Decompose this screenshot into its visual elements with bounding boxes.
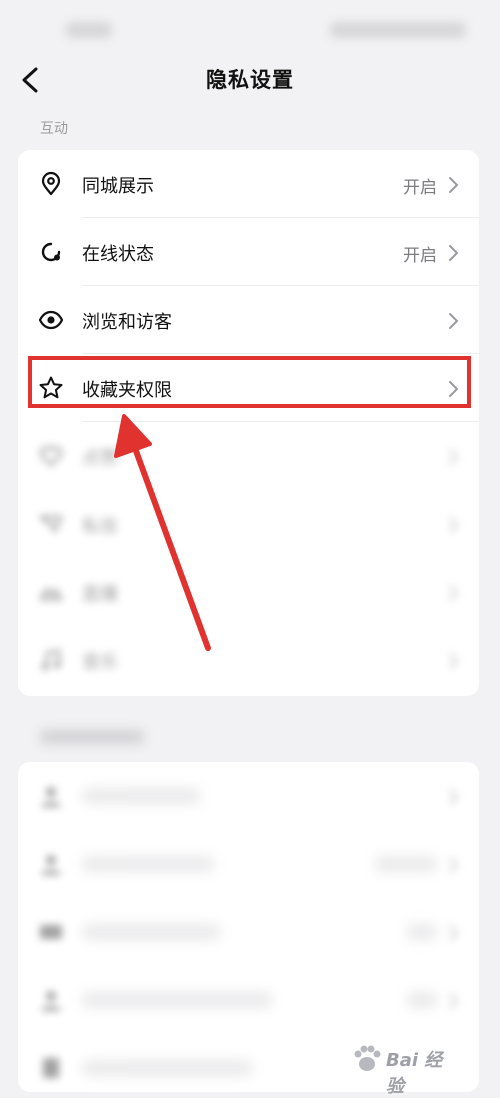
chevron-right-icon [449,449,459,465]
setting-row-browse-visitors[interactable]: 浏览和访客 [18,286,479,354]
setting-row-city-display[interactable]: 同城展示 开启 [18,150,479,218]
card-icon [40,925,62,939]
user-icon [41,787,61,807]
status-indicators [330,22,466,38]
online-status-icon [41,242,61,262]
setting-row-likes[interactable]: 点赞 [18,422,479,490]
chevron-right-icon [449,517,459,533]
setting-label: 浏览和访客 [82,312,172,333]
page-title: 隐私设置 [206,68,294,92]
chevron-right-icon [449,653,459,669]
chevron-right-icon [449,313,459,329]
blurred-setting-row[interactable] [18,966,479,1034]
paw-logo-icon [354,1045,381,1071]
setting-value: 开启 [403,246,437,266]
eye-icon [38,310,64,330]
section-label-blurred [40,730,144,748]
like-icon [40,446,62,467]
setting-row-live[interactable]: 直播 [18,558,479,626]
blurred-setting-row[interactable] [18,762,479,830]
blurred-setting-row[interactable] [18,830,479,898]
chevron-right-icon [449,993,459,1009]
chevron-right-icon [449,245,459,261]
chevron-right-icon [449,925,459,941]
chevron-right-icon [449,789,459,805]
watermark-text: Bai 经验 [386,1050,443,1097]
setting-label: 在线状态 [82,244,154,265]
user-icon [41,855,61,875]
watermark: Bai 经验 [350,1038,460,1097]
chevron-right-icon [449,177,459,193]
setting-row-music[interactable]: 音乐 [18,626,479,694]
red-arrow-annotation [114,414,211,651]
document-icon [43,1058,59,1078]
navigation-bar: 隐私设置 [0,52,500,108]
setting-row-online-status[interactable]: 在线状态 开启 [18,218,479,286]
interaction-settings-card: 同城展示 开启 在线状态 开启 浏览和访客 收藏夹权限 点赞 私信 直播 音乐 [18,150,479,696]
blurred-setting-row[interactable] [18,898,479,966]
status-bar [0,0,500,60]
live-icon [39,587,63,601]
setting-row-messages[interactable]: 私信 [18,490,479,558]
highlight-box [28,356,471,408]
status-time [66,22,112,38]
location-pin-icon [41,171,61,196]
setting-value: 开启 [403,178,437,198]
message-icon [39,515,63,533]
chevron-right-icon [449,585,459,601]
music-icon [42,649,61,670]
chevron-right-icon [449,857,459,873]
user-icon [41,991,61,1011]
section-label-interaction: 互动 [40,121,68,137]
setting-label: 同城展示 [82,176,154,197]
